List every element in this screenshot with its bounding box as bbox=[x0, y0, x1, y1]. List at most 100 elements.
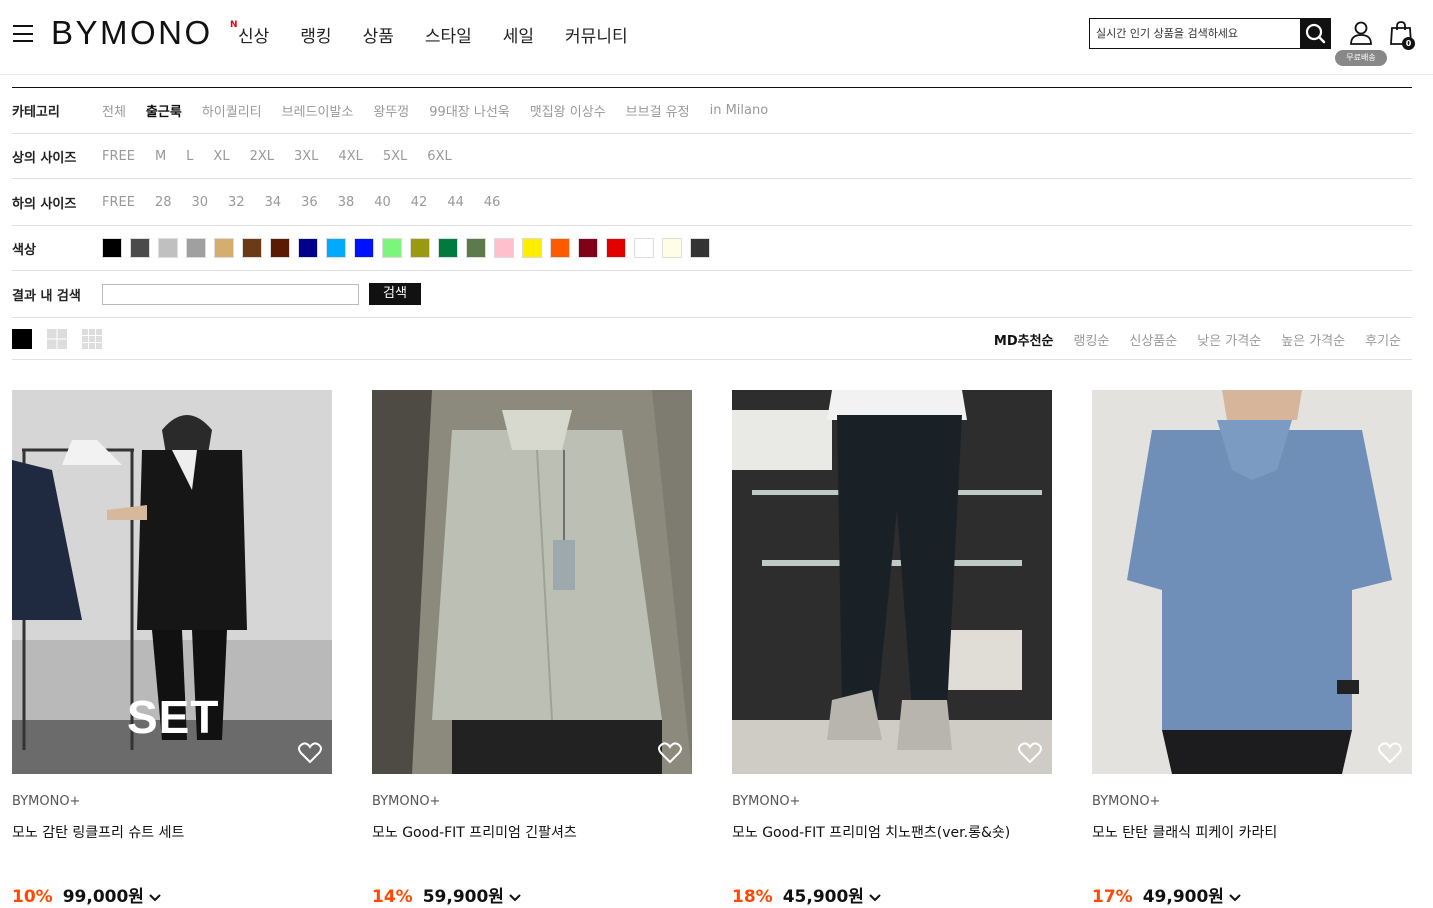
chevron-down-icon[interactable] bbox=[149, 894, 161, 902]
product-name[interactable]: 모노 Good-FIT 프리미엄 긴팔셔츠 bbox=[372, 822, 692, 842]
color-swatch[interactable] bbox=[522, 238, 542, 258]
product-card[interactable]: BYMONO+ 모노 Good-FIT 프리미엄 긴팔셔츠 14% 59,900… bbox=[372, 390, 692, 907]
nav-item-community[interactable]: 커뮤니티 bbox=[565, 22, 628, 47]
sort-option[interactable]: MD추천순 bbox=[994, 330, 1054, 349]
bottom-size-option[interactable]: FREE bbox=[102, 195, 135, 210]
bottom-size-option[interactable]: 32 bbox=[228, 195, 245, 210]
color-swatch[interactable] bbox=[690, 238, 710, 258]
color-swatch[interactable] bbox=[326, 238, 346, 258]
heart-icon[interactable] bbox=[298, 742, 322, 764]
bottom-size-option[interactable]: 44 bbox=[447, 195, 464, 210]
bottom-size-options: FREE 28 30 32 34 36 38 40 42 44 46 bbox=[102, 195, 520, 210]
nav-item-products[interactable]: 상품 bbox=[363, 22, 394, 47]
color-swatch[interactable] bbox=[494, 238, 514, 258]
bottom-size-option[interactable]: 36 bbox=[301, 195, 318, 210]
top-size-option[interactable]: FREE bbox=[102, 149, 135, 164]
color-swatch[interactable] bbox=[382, 238, 402, 258]
color-swatch[interactable] bbox=[102, 238, 122, 258]
color-swatch[interactable] bbox=[662, 238, 682, 258]
color-swatch[interactable] bbox=[550, 238, 570, 258]
cart-button[interactable]: 0 bbox=[1389, 20, 1415, 50]
top-size-option[interactable]: 3XL bbox=[294, 149, 318, 164]
top-size-option[interactable]: 4XL bbox=[338, 149, 362, 164]
top-size-option[interactable]: 6XL bbox=[427, 149, 451, 164]
view-grid-4-icon[interactable] bbox=[47, 328, 67, 349]
product-card[interactable]: BYMONO+ 모노 Good-FIT 프리미엄 치노팬츠(ver.롱&숏) 1… bbox=[732, 390, 1052, 907]
sort-option[interactable]: 후기순 bbox=[1365, 330, 1401, 349]
my-account-button[interactable] bbox=[1349, 20, 1373, 46]
color-swatch[interactable] bbox=[214, 238, 234, 258]
color-swatch[interactable] bbox=[158, 238, 178, 258]
product-name[interactable]: 모노 감탄 링클프리 슈트 세트 bbox=[12, 822, 332, 842]
category-option[interactable]: 출근룩 bbox=[146, 101, 182, 120]
chevron-down-icon[interactable] bbox=[1229, 894, 1241, 902]
nav-item-style[interactable]: 스타일 bbox=[425, 22, 472, 47]
free-shipping-badge: 무료배송 bbox=[1335, 50, 1387, 66]
product-name[interactable]: 모노 탄탄 클래식 피케이 카라티 bbox=[1092, 822, 1412, 842]
heart-icon[interactable] bbox=[1018, 742, 1042, 764]
sort-option[interactable]: 낮은 가격순 bbox=[1197, 330, 1261, 349]
product-photo-polo bbox=[1092, 390, 1412, 774]
color-swatch[interactable] bbox=[410, 238, 430, 258]
top-size-option[interactable]: L bbox=[186, 149, 193, 164]
color-swatch[interactable] bbox=[466, 238, 486, 258]
result-search-button[interactable]: 검색 bbox=[369, 283, 421, 305]
product-card[interactable]: SET BYMONO+ 모노 감탄 링클프리 슈트 세트 10% 99,000원 bbox=[12, 390, 332, 907]
product-card[interactable]: BYMONO+ 모노 탄탄 클래식 피케이 카라티 17% 49,900원 bbox=[1092, 390, 1412, 907]
chevron-down-icon[interactable] bbox=[509, 894, 521, 902]
sort-option[interactable]: 높은 가격순 bbox=[1281, 330, 1345, 349]
product-image[interactable] bbox=[372, 390, 692, 774]
color-swatch[interactable] bbox=[606, 238, 626, 258]
sort-option[interactable]: 랭킹순 bbox=[1074, 330, 1110, 349]
top-size-option[interactable]: M bbox=[155, 149, 166, 164]
logo[interactable]: BYMONO bbox=[51, 14, 213, 52]
color-swatch[interactable] bbox=[438, 238, 458, 258]
nav-item-sale[interactable]: 세일 bbox=[503, 22, 534, 47]
nav-item-new[interactable]: N 신상 bbox=[230, 20, 269, 47]
search-input[interactable] bbox=[1090, 19, 1300, 48]
category-option[interactable]: 전체 bbox=[102, 101, 126, 120]
product-grid: SET BYMONO+ 모노 감탄 링클프리 슈트 세트 10% 99,000원 bbox=[12, 390, 1433, 907]
sort-option[interactable]: 신상품순 bbox=[1129, 330, 1177, 349]
search-button[interactable] bbox=[1300, 18, 1331, 49]
color-swatch[interactable] bbox=[578, 238, 598, 258]
category-option[interactable]: 맷집왕 이상수 bbox=[530, 101, 606, 120]
heart-icon[interactable] bbox=[1378, 742, 1402, 764]
nav-item-ranking[interactable]: 랭킹 bbox=[300, 22, 331, 47]
category-option[interactable]: 브브걸 유정 bbox=[626, 101, 690, 120]
category-option[interactable]: 왕뚜껑 bbox=[373, 101, 409, 120]
color-swatch[interactable] bbox=[270, 238, 290, 258]
category-option[interactable]: 하이퀄리티 bbox=[202, 101, 262, 120]
color-swatch[interactable] bbox=[130, 238, 150, 258]
result-search-input[interactable] bbox=[102, 283, 359, 305]
bottom-size-option[interactable]: 30 bbox=[192, 195, 209, 210]
category-option[interactable]: 99대장 나선욱 bbox=[429, 101, 509, 120]
bottom-size-option[interactable]: 40 bbox=[374, 195, 391, 210]
product-image[interactable] bbox=[1092, 390, 1412, 774]
product-image[interactable] bbox=[732, 390, 1052, 774]
category-option[interactable]: 브레드이발소 bbox=[282, 101, 354, 120]
color-swatch[interactable] bbox=[298, 238, 318, 258]
bottom-size-option[interactable]: 34 bbox=[265, 195, 282, 210]
bottom-size-option[interactable]: 28 bbox=[155, 195, 172, 210]
bottom-size-option[interactable]: 38 bbox=[338, 195, 355, 210]
color-swatch[interactable] bbox=[186, 238, 206, 258]
view-grid-9-icon[interactable] bbox=[82, 328, 102, 349]
top-size-option[interactable]: XL bbox=[213, 149, 229, 164]
top-size-option[interactable]: 2XL bbox=[250, 149, 274, 164]
color-swatch[interactable] bbox=[354, 238, 374, 258]
product-image[interactable]: SET bbox=[12, 390, 332, 774]
view-single-icon[interactable] bbox=[12, 328, 32, 349]
bottom-size-option[interactable]: 42 bbox=[411, 195, 428, 210]
menu-icon[interactable] bbox=[13, 25, 33, 42]
discount-rate: 18% bbox=[732, 887, 773, 907]
color-swatch[interactable] bbox=[634, 238, 654, 258]
product-name[interactable]: 모노 Good-FIT 프리미엄 치노팬츠(ver.롱&숏) bbox=[732, 822, 1052, 842]
category-option[interactable]: in Milano bbox=[710, 103, 769, 118]
heart-icon[interactable] bbox=[658, 742, 682, 764]
bottom-size-option[interactable]: 46 bbox=[484, 195, 501, 210]
product-brand: BYMONO+ bbox=[12, 794, 81, 809]
chevron-down-icon[interactable] bbox=[869, 894, 881, 902]
color-swatch[interactable] bbox=[242, 238, 262, 258]
top-size-option[interactable]: 5XL bbox=[383, 149, 407, 164]
